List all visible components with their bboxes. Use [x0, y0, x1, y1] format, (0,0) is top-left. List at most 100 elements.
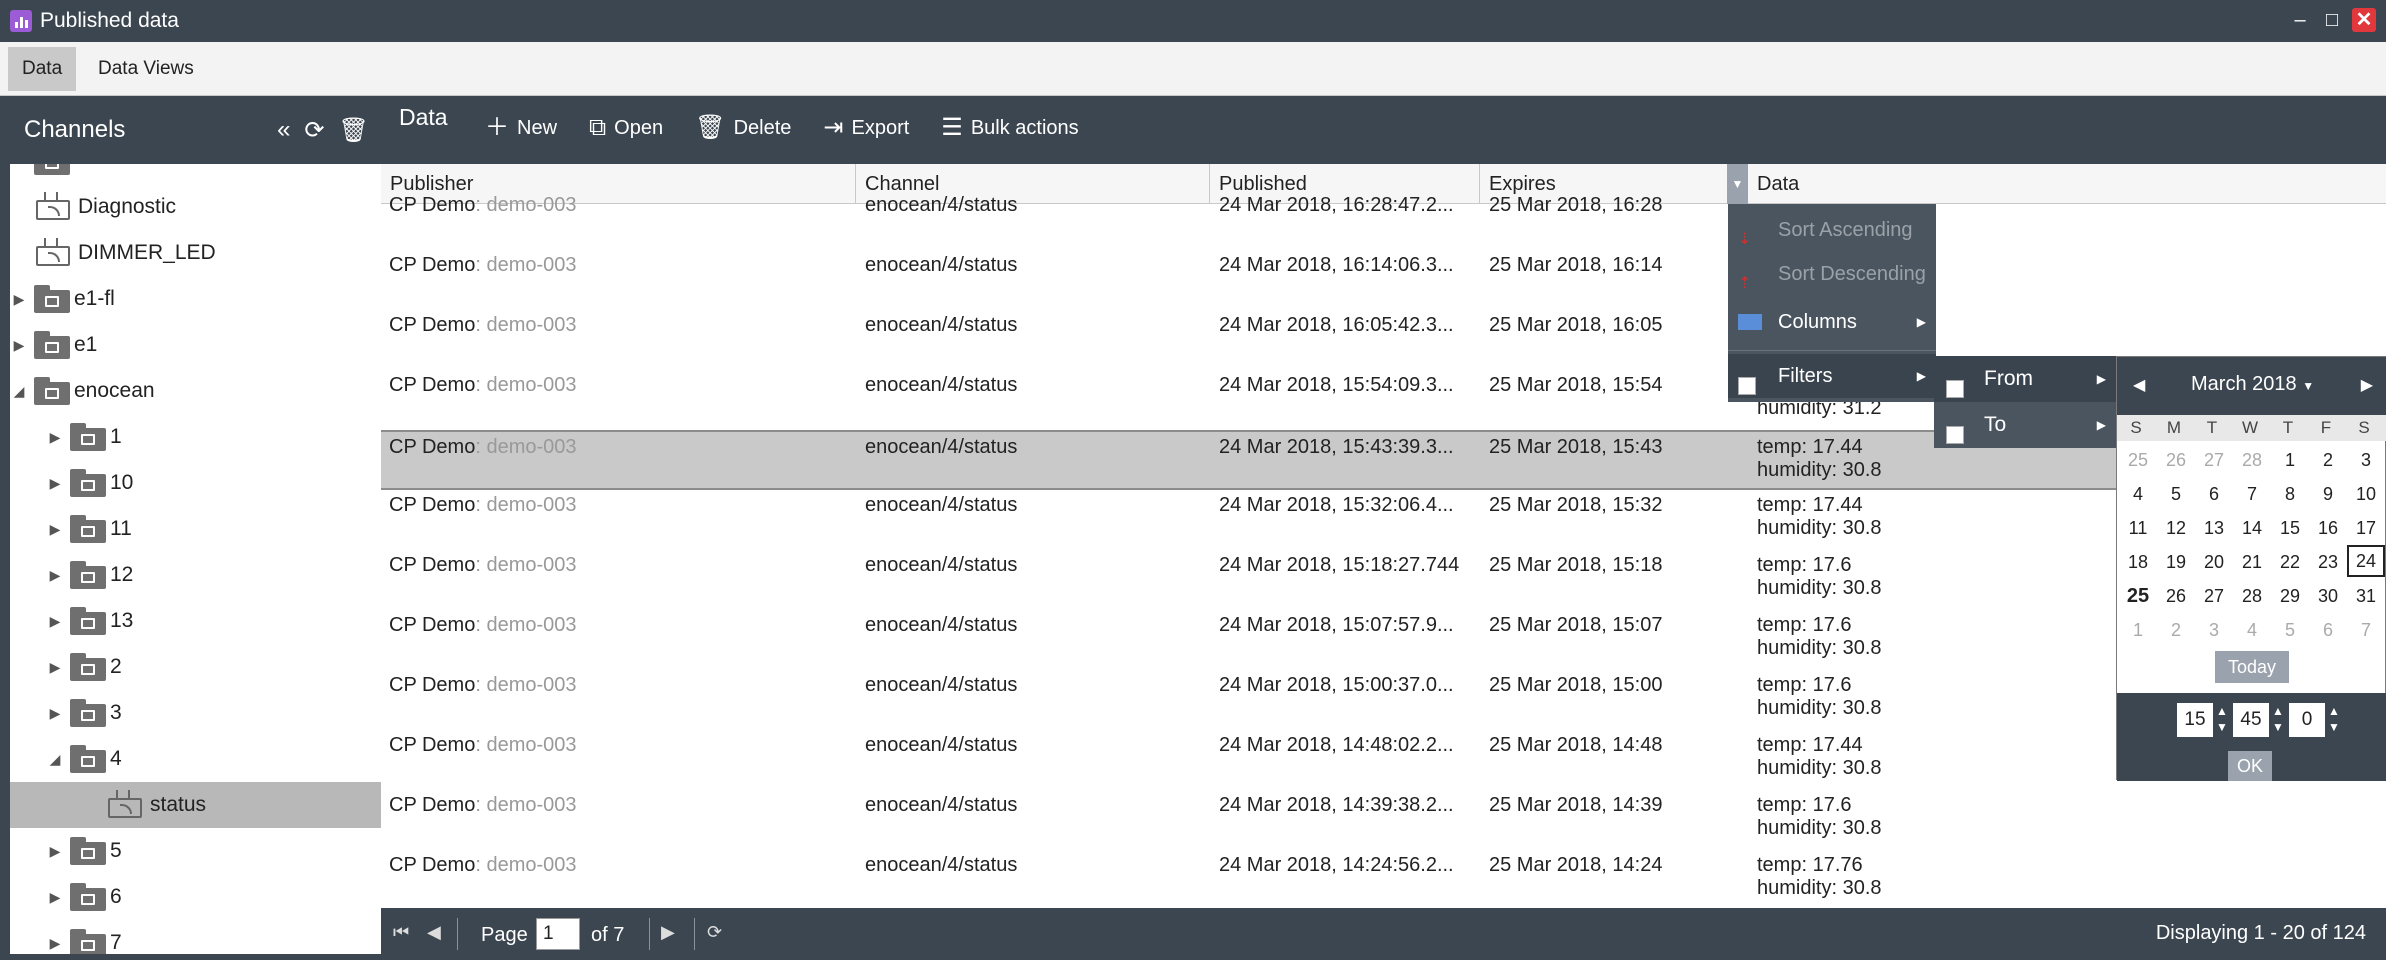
tree-item[interactable]: status: [10, 782, 381, 828]
calendar-day[interactable]: 29: [2271, 579, 2309, 613]
calendar-day[interactable]: 26: [2157, 443, 2195, 477]
today-button[interactable]: Today: [2215, 651, 2289, 683]
calendar-day[interactable]: 24: [2347, 545, 2385, 577]
menu-item-sort-descending[interactable]: ⇡ Sort Descending: [1728, 252, 1936, 296]
table-row[interactable]: CP Demo: demo-003 enocean/4/status 24 Mar …: [381, 550, 2386, 610]
calendar-day[interactable]: 7: [2233, 477, 2271, 511]
expand-icon[interactable]: ▶: [46, 475, 64, 492]
calendar-day[interactable]: 2: [2157, 613, 2195, 647]
table-row[interactable]: CP Demo: demo-003 enocean/4/status 24 Mar …: [381, 490, 2386, 550]
new-button[interactable]: ＋ New: [485, 116, 557, 140]
tree-item[interactable]: ▶ 2: [10, 644, 381, 690]
calendar-day[interactable]: 6: [2195, 477, 2233, 511]
prev-month-icon[interactable]: ◀: [2133, 375, 2145, 395]
tree-item[interactable]: ▶ 7: [10, 920, 381, 954]
calendar-day[interactable]: 28: [2233, 443, 2271, 477]
tree-item[interactable]: ▶ 5: [10, 828, 381, 874]
table-row[interactable]: CP Demo: demo-003 enocean/4/status 24 Mar …: [381, 850, 2386, 908]
refresh-icon[interactable]: ⟳: [707, 922, 722, 943]
calendar-day[interactable]: 20: [2195, 545, 2233, 579]
calendar-day[interactable]: 7: [2347, 613, 2385, 647]
tree-item[interactable]: ▶ 10: [10, 460, 381, 506]
tree-item[interactable]: ◢ 4: [10, 736, 381, 782]
menu-item-columns[interactable]: Columns ▶: [1728, 300, 1936, 344]
prev-page-icon[interactable]: ◀: [427, 922, 441, 943]
collapse-icon[interactable]: «: [277, 116, 290, 145]
calendar-day[interactable]: 3: [2347, 443, 2385, 477]
calendar-day[interactable]: 5: [2157, 477, 2195, 511]
calendar-day[interactable]: 10: [2347, 477, 2385, 511]
collapse-icon[interactable]: ◢: [10, 383, 28, 400]
calendar-day[interactable]: 23: [2309, 545, 2347, 579]
second-field[interactable]: 0: [2289, 703, 2325, 737]
expand-icon[interactable]: ▶: [46, 843, 64, 860]
tree-item[interactable]: ▶ 3: [10, 690, 381, 736]
expand-icon[interactable]: ▶: [46, 659, 64, 676]
menu-item-sort-ascending[interactable]: ⇣ Sort Ascending: [1728, 208, 1936, 252]
close-icon[interactable]: ✕: [2352, 8, 2376, 32]
expand-icon[interactable]: ▶: [46, 429, 64, 446]
second-spinner-icon[interactable]: ▲ ▼: [2327, 703, 2341, 737]
tree-item[interactable]: DIMMER_LED: [10, 230, 381, 276]
calendar-day[interactable]: 22: [2271, 545, 2309, 579]
calendar-day[interactable]: 4: [2233, 613, 2271, 647]
month-picker[interactable]: March 2018 ▼: [2191, 373, 2314, 396]
maximize-icon[interactable]: □: [2320, 8, 2344, 32]
calendar-day[interactable]: 4: [2119, 477, 2157, 511]
to-checkbox[interactable]: [1946, 415, 1964, 461]
calendar-day[interactable]: 3: [2195, 613, 2233, 647]
hour-spinner-icon[interactable]: ▲ ▼: [2215, 703, 2229, 737]
tree-item[interactable]: [10, 164, 381, 184]
tab-data-views[interactable]: Data Views: [84, 47, 208, 91]
calendar-day[interactable]: 6: [2309, 613, 2347, 647]
page-number-input[interactable]: [536, 918, 580, 950]
filters-checkbox[interactable]: [1738, 367, 1762, 395]
expand-icon[interactable]: ▶: [46, 613, 64, 630]
open-button[interactable]: ⧉ Open: [589, 116, 663, 140]
calendar-day[interactable]: 21: [2233, 545, 2271, 579]
trash-icon[interactable]: 🗑: [339, 116, 369, 145]
ok-button[interactable]: OK: [2228, 751, 2272, 781]
bulk-actions-button[interactable]: ☰ Bulk actions: [941, 116, 1078, 140]
calendar-day[interactable]: 27: [2195, 443, 2233, 477]
collapse-icon[interactable]: ◢: [46, 751, 64, 768]
calendar-day[interactable]: 30: [2309, 579, 2347, 613]
table-row[interactable]: CP Demo: demo-003 enocean/4/status 24 Mar …: [381, 670, 2386, 730]
calendar-day[interactable]: 14: [2233, 511, 2271, 545]
expand-icon[interactable]: ▶: [10, 291, 28, 308]
expand-icon[interactable]: ▶: [46, 889, 64, 906]
next-month-icon[interactable]: ▶: [2361, 375, 2373, 395]
calendar-day[interactable]: 25: [2119, 443, 2157, 477]
tree-item[interactable]: ◢ enocean: [10, 368, 381, 414]
tree-item[interactable]: Diagnostic: [10, 184, 381, 230]
calendar-day[interactable]: 5: [2271, 613, 2309, 647]
tree-item[interactable]: ▶ 13: [10, 598, 381, 644]
next-page-icon[interactable]: ▶: [661, 922, 675, 943]
export-button[interactable]: ⇥ Export: [823, 116, 909, 140]
first-page-icon[interactable]: ⏮: [393, 922, 409, 943]
expand-icon[interactable]: ▶: [46, 935, 64, 952]
calendar-day[interactable]: 1: [2271, 443, 2309, 477]
calendar-day[interactable]: 18: [2119, 545, 2157, 579]
expand-icon[interactable]: ▶: [46, 705, 64, 722]
minimize-icon[interactable]: –: [2288, 8, 2312, 32]
calendar-day[interactable]: 31: [2347, 579, 2385, 613]
tree-item[interactable]: ▶ e1: [10, 322, 381, 368]
tree-item[interactable]: ▶ 11: [10, 506, 381, 552]
calendar-day[interactable]: 25: [2119, 579, 2157, 613]
calendar-day[interactable]: 12: [2157, 511, 2195, 545]
calendar-day[interactable]: 1: [2119, 613, 2157, 647]
minute-spinner-icon[interactable]: ▲ ▼: [2271, 703, 2285, 737]
calendar-day[interactable]: 17: [2347, 511, 2385, 545]
table-row[interactable]: CP Demo: demo-003 enocean/4/status 24 Mar …: [381, 190, 2386, 250]
tree-item[interactable]: ▶ 1: [10, 414, 381, 460]
tree-item[interactable]: ▶ 12: [10, 552, 381, 598]
hour-field[interactable]: 15: [2177, 703, 2213, 737]
calendar-day[interactable]: 15: [2271, 511, 2309, 545]
delete-button[interactable]: 🗑 Delete: [695, 116, 791, 140]
calendar-day[interactable]: 16: [2309, 511, 2347, 545]
calendar-day[interactable]: 2: [2309, 443, 2347, 477]
refresh-icon[interactable]: ⟳: [304, 116, 324, 145]
calendar-day[interactable]: 8: [2271, 477, 2309, 511]
calendar-day[interactable]: 26: [2157, 579, 2195, 613]
